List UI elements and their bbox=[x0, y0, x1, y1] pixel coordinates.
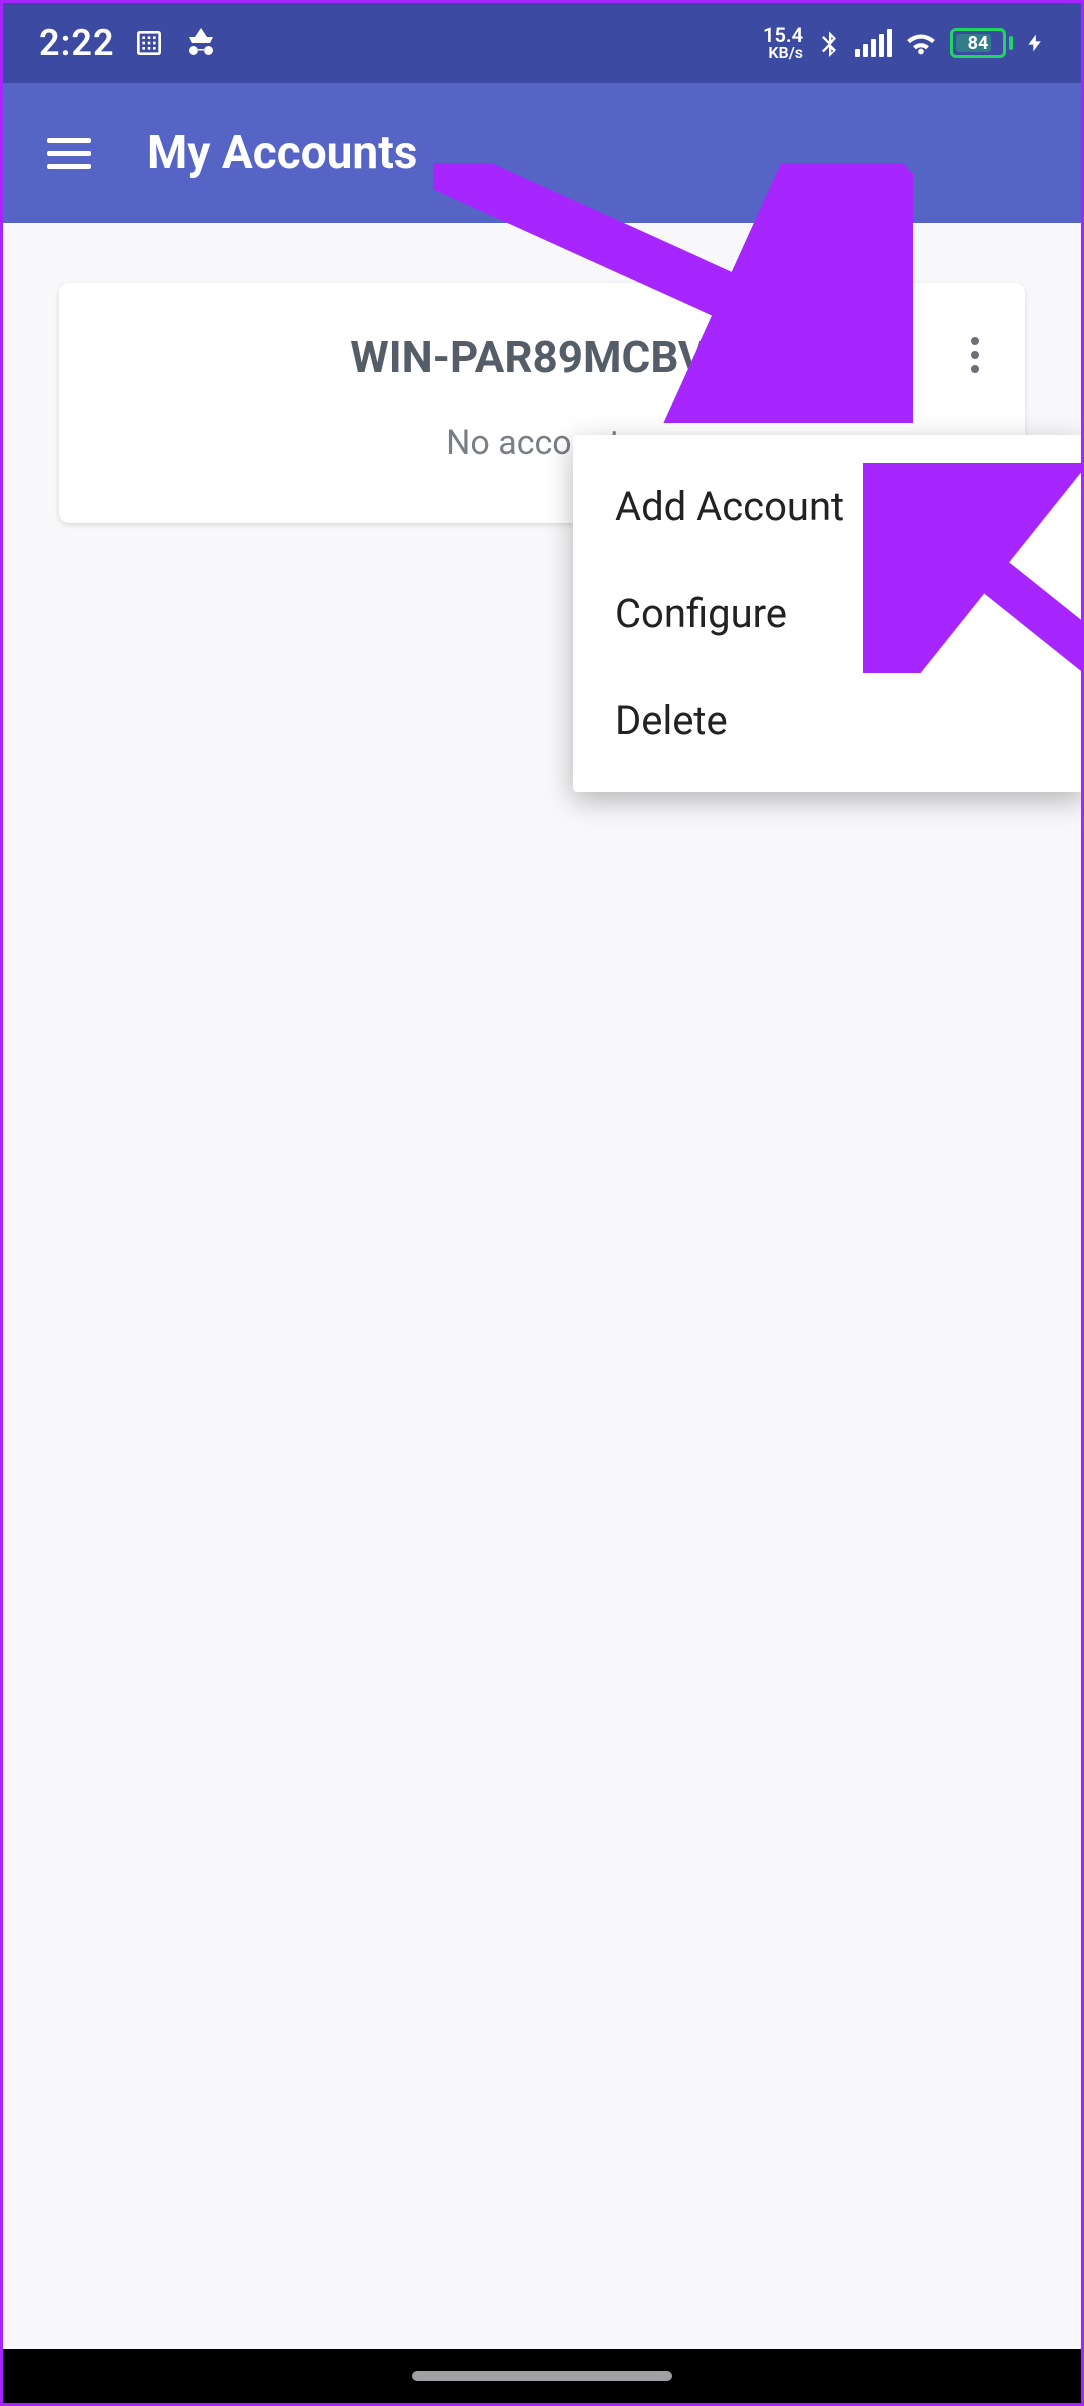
charging-icon bbox=[1025, 28, 1045, 58]
status-left: 2:22 bbox=[39, 22, 219, 64]
nav-home-indicator[interactable] bbox=[412, 2371, 672, 2381]
annotation-arrow-icon bbox=[433, 163, 913, 423]
system-nav-bar bbox=[3, 2349, 1081, 2403]
annotation-arrow-icon bbox=[863, 463, 1084, 673]
app-frame: 2:22 15.4 KB/s 84 My Accounts bbox=[0, 0, 1084, 2406]
page-title: My Accounts bbox=[147, 126, 417, 180]
battery-level: 84 bbox=[968, 33, 989, 54]
network-rate: 15.4 KB/s bbox=[763, 25, 803, 61]
menu-item-delete[interactable]: Delete bbox=[573, 667, 1084, 774]
menu-button[interactable] bbox=[39, 130, 99, 177]
status-clock: 2:22 bbox=[39, 22, 115, 64]
network-rate-value: 15.4 bbox=[763, 25, 803, 45]
card-overflow-menu-button[interactable] bbox=[953, 333, 997, 377]
network-rate-unit: KB/s bbox=[768, 45, 803, 61]
status-bar: 2:22 15.4 KB/s 84 bbox=[3, 3, 1081, 83]
ruler-icon bbox=[133, 27, 165, 59]
status-right: 15.4 KB/s 84 bbox=[763, 25, 1045, 61]
bluetooth-icon bbox=[815, 29, 843, 57]
incognito-icon bbox=[183, 25, 219, 61]
wifi-icon bbox=[904, 26, 938, 60]
battery-indicator: 84 bbox=[950, 28, 1013, 58]
signal-icon bbox=[855, 29, 892, 57]
